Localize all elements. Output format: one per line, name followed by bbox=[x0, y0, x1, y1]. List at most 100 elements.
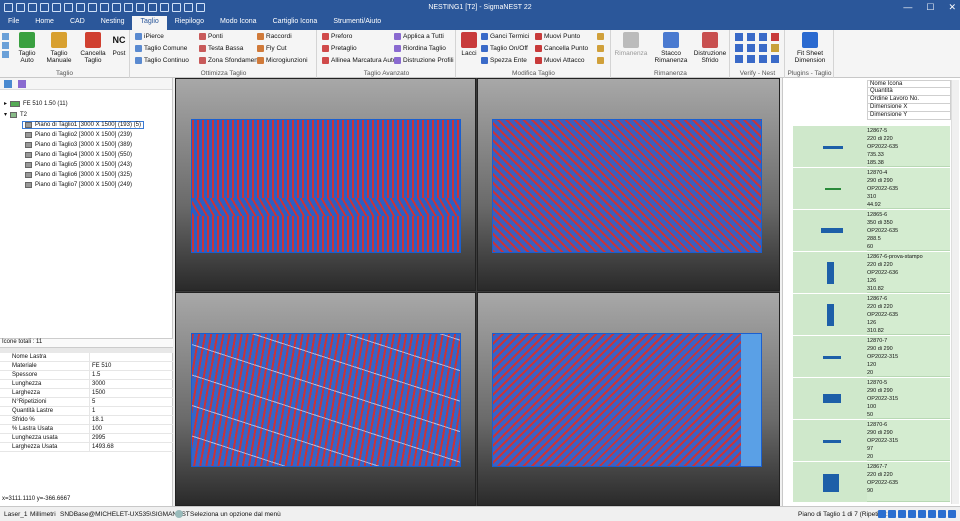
testa-bassa-button[interactable]: Testa Bassa bbox=[199, 45, 243, 52]
nav-icon[interactable] bbox=[928, 510, 936, 518]
nest-sheet[interactable] bbox=[191, 333, 461, 467]
tree-plate-item[interactable]: Piano di Taglio6 [3000 X 1500] (325) bbox=[22, 171, 135, 179]
verify-icon[interactable] bbox=[747, 55, 755, 63]
muovi-attacco-button[interactable]: Muovi Attacco bbox=[535, 57, 584, 64]
ponti-button[interactable]: Ponti bbox=[199, 33, 223, 40]
property-value[interactable] bbox=[90, 353, 92, 361]
first-page-icon[interactable] bbox=[878, 510, 886, 518]
property-value[interactable]: 1 bbox=[90, 407, 95, 415]
property-value[interactable]: 3000 bbox=[90, 380, 105, 388]
parts-scrollbar[interactable] bbox=[951, 80, 959, 504]
muovi-punto-button[interactable]: Muovi Punto bbox=[535, 33, 580, 40]
prev-page-icon[interactable] bbox=[888, 510, 896, 518]
verify-icon[interactable] bbox=[771, 33, 779, 41]
property-value[interactable]: 1500 bbox=[90, 389, 105, 397]
expand-icon[interactable]: ▾ bbox=[4, 111, 7, 118]
tree-view-icon[interactable] bbox=[4, 80, 12, 88]
part-card[interactable]: 12865-6 350 di 350 OP2022-635 288.5 60 bbox=[793, 210, 950, 251]
cancella-taglio-button[interactable]: Cancella Taglio bbox=[78, 32, 108, 64]
tree-plate-item[interactable]: Piano di Taglio5 [3000 X 1500] (243) bbox=[22, 161, 135, 169]
distruzione-sfrido-button[interactable]: Distruzione Sfrido bbox=[692, 32, 728, 64]
taglio-manuale-button[interactable]: Taglio Manuale bbox=[44, 32, 74, 64]
distruzione-profili-button[interactable]: Distruzione Profili bbox=[394, 57, 454, 64]
verify-icon[interactable] bbox=[735, 55, 743, 63]
tab-cad[interactable]: CAD bbox=[62, 16, 93, 30]
viewport-bottom-left[interactable] bbox=[175, 292, 476, 506]
property-value[interactable]: 1493.68 bbox=[90, 443, 114, 451]
part-card[interactable]: 12870-7 290 di 290 OP2022-315 120 20 bbox=[793, 336, 950, 377]
pretaglio-button[interactable]: Pretaglio bbox=[322, 45, 357, 52]
header-nome-icona[interactable]: Nome Icona bbox=[867, 80, 951, 88]
part-card[interactable]: 12867-7 220 di 220 OP2022-635 90 bbox=[793, 462, 950, 502]
verify-icon[interactable] bbox=[747, 44, 755, 52]
post-button[interactable]: NC Post bbox=[110, 32, 128, 57]
property-value[interactable]: 100 bbox=[90, 425, 102, 433]
part-card[interactable]: 12870-6 290 di 290 OP2022-315 97 20 bbox=[793, 420, 950, 461]
spezza-ente-button[interactable]: Spezza Ente bbox=[481, 57, 527, 64]
microgiunzioni-button[interactable]: Microgiunzioni bbox=[257, 57, 308, 64]
verify-icon[interactable] bbox=[771, 44, 779, 52]
header-dimensione-y[interactable]: Dimensione Y bbox=[867, 112, 951, 120]
property-value[interactable]: 5 bbox=[90, 398, 95, 406]
verify-icon[interactable] bbox=[759, 55, 767, 63]
tab-strumenti-aiuto[interactable]: Strumenti/Aiuto bbox=[325, 16, 389, 30]
viewport-top-right[interactable] bbox=[477, 78, 780, 291]
part-card[interactable]: 12867-5 220 di 220 OP2022-635 735.33 185.38 bbox=[793, 126, 950, 167]
tree-plate-item[interactable]: Piano di Taglio2 [3000 X 1500] (239) bbox=[22, 131, 135, 139]
tool-icon[interactable] bbox=[2, 42, 9, 49]
header-dimensione-x[interactable]: Dimensione X bbox=[867, 104, 951, 112]
zona-sfondamento-button[interactable]: Zona Sfondamento bbox=[199, 57, 263, 64]
part-card[interactable]: 12870-4 290 di 290 OP2022-635 310 44.92 bbox=[793, 168, 950, 209]
close-button[interactable]: ✕ bbox=[948, 2, 956, 13]
tab-modo-icona[interactable]: Modo Icona bbox=[212, 16, 265, 30]
tree-plate-item[interactable]: Piano di Taglio4 [3000 X 1500] (550) bbox=[22, 151, 135, 159]
verify-icon[interactable] bbox=[747, 33, 755, 41]
side-tool[interactable] bbox=[597, 57, 604, 64]
lacci-button[interactable]: Lacci bbox=[459, 32, 479, 57]
part-card[interactable]: 12867-6-prova-stampo 220 di 220 OP2022-636… bbox=[793, 252, 950, 293]
nest-sheet[interactable] bbox=[191, 119, 461, 253]
tab-file[interactable]: File bbox=[0, 16, 27, 30]
tab-home[interactable]: Home bbox=[27, 16, 62, 30]
tree-node-group[interactable]: ▾ T2 bbox=[4, 111, 27, 118]
tool-icon[interactable] bbox=[2, 33, 9, 40]
property-value[interactable]: FE 510 bbox=[90, 362, 111, 370]
expand-icon[interactable]: ▸ bbox=[4, 100, 7, 107]
property-value[interactable]: 1.5 bbox=[90, 371, 100, 379]
viewport-bottom-right[interactable] bbox=[477, 292, 780, 506]
tool-icon[interactable] bbox=[2, 51, 9, 58]
tree-node-material[interactable]: ▸ FE 510 1.50 (11) bbox=[4, 100, 68, 107]
verify-icon[interactable] bbox=[759, 33, 767, 41]
part-card[interactable]: 12867-6 220 di 220 OP2022-635 126 310.82 bbox=[793, 294, 950, 335]
raccordi-button[interactable]: Raccordi bbox=[257, 33, 292, 40]
next-page-icon[interactable] bbox=[898, 510, 906, 518]
taglio-comune-button[interactable]: Taglio Comune bbox=[135, 45, 187, 52]
tree-plate-item[interactable]: Piano di Taglio1 [3000 X 1500] (193) (5) bbox=[22, 121, 144, 129]
allinea-marcatura-button[interactable]: Allinea Marcatura Auto bbox=[322, 57, 396, 64]
preforo-button[interactable]: Preforo bbox=[322, 33, 352, 40]
ganci-termici-button[interactable]: Ganci Termici bbox=[481, 33, 529, 40]
fit-sheet-dimension-button[interactable]: Fit Sheet Dimension bbox=[788, 32, 832, 64]
nest-sheet[interactable] bbox=[492, 119, 762, 253]
side-tool[interactable] bbox=[597, 33, 604, 40]
viewport-top-left[interactable] bbox=[175, 78, 476, 291]
last-page-icon[interactable] bbox=[908, 510, 916, 518]
fly-cut-button[interactable]: Fly Cut bbox=[257, 45, 287, 52]
tab-taglio[interactable]: Taglio bbox=[132, 16, 167, 30]
part-card[interactable]: 12870-5 290 di 290 OP2022-315 100 50 bbox=[793, 378, 950, 419]
header-quantita[interactable]: Quantità bbox=[867, 88, 951, 96]
tree-plate-item[interactable]: Piano di Taglio3 [3000 X 1500] (389) bbox=[22, 141, 135, 149]
side-tool[interactable] bbox=[597, 45, 604, 52]
tab-nesting[interactable]: Nesting bbox=[93, 16, 133, 30]
cancella-punto-button[interactable]: Cancella Punto bbox=[535, 45, 588, 52]
tab-riepilogo[interactable]: Riepilogo bbox=[167, 16, 212, 30]
verify-icon[interactable] bbox=[735, 44, 743, 52]
taglio-auto-button[interactable]: Taglio Auto bbox=[14, 32, 40, 64]
maximize-button[interactable]: ☐ bbox=[926, 2, 934, 13]
tree-filter-icon[interactable] bbox=[18, 80, 26, 88]
verify-icon[interactable] bbox=[759, 44, 767, 52]
taglio-onoff-button[interactable]: Taglio On/Off bbox=[481, 45, 528, 52]
nav-icon[interactable] bbox=[938, 510, 946, 518]
applica-tutti-button[interactable]: Applica a Tutti bbox=[394, 33, 444, 40]
rimanenza-button[interactable]: Rimanenza bbox=[614, 32, 648, 57]
